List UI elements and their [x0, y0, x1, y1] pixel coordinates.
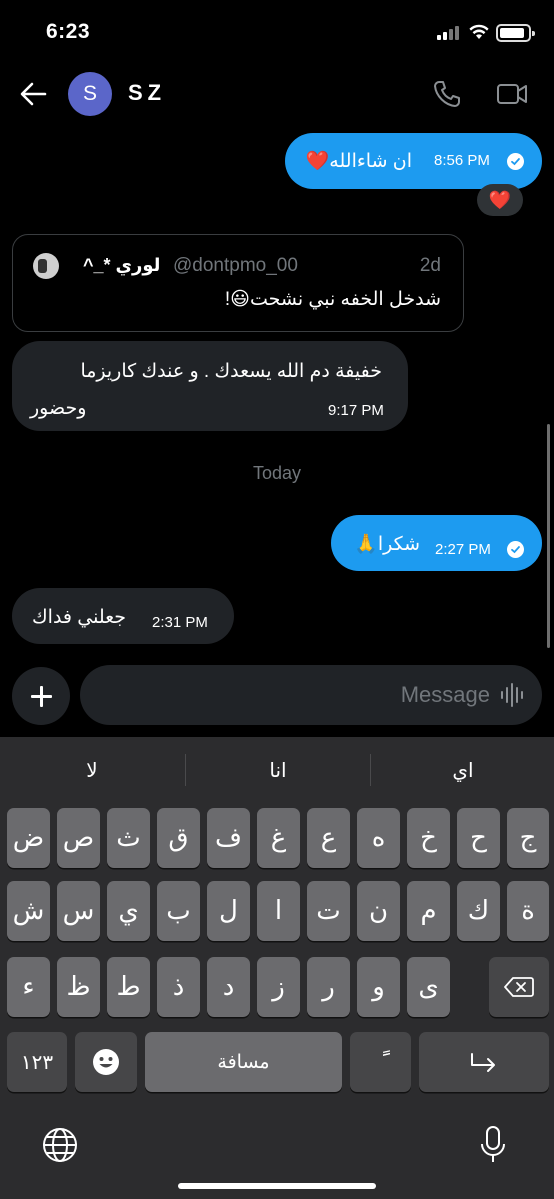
key[interactable]: ث [107, 808, 150, 868]
message-composer [80, 665, 542, 725]
message-input[interactable] [110, 665, 490, 725]
message-text: ان شاءالله❤️ [305, 151, 412, 172]
key[interactable]: ا [257, 881, 300, 941]
key[interactable]: ج [507, 808, 549, 868]
key[interactable]: ط [107, 957, 150, 1017]
microphone-icon[interactable] [480, 1125, 506, 1165]
outgoing-message[interactable]: شكرا🙏 2:27 PM [331, 515, 542, 571]
quoted-author-name: لوري *_^ [83, 255, 161, 275]
quoted-author-handle: @dontpmo_00 [173, 255, 298, 276]
key[interactable]: ع [307, 808, 350, 868]
key[interactable]: ذ [157, 957, 200, 1017]
home-indicator[interactable] [178, 1183, 376, 1189]
message-text-line1: خفيفة دم الله يسعدك . و عندك كاريزما [80, 361, 382, 382]
suggestion-2[interactable]: انا [186, 737, 370, 803]
incoming-message[interactable]: جعلني فداك 2:31 PM [12, 588, 234, 644]
message-time: 2:31 PM [152, 614, 208, 631]
key[interactable]: خ [407, 808, 450, 868]
quoted-post-age: 2d [419, 255, 441, 276]
key[interactable]: و [357, 957, 400, 1017]
return-key[interactable] [419, 1032, 549, 1092]
key[interactable]: س [57, 881, 100, 941]
incoming-message[interactable]: خفيفة دم الله يسعدك . و عندك كاريزما وحض… [12, 341, 408, 431]
quoted-post-text: شدخل الخفه نبي نشحت😃! [224, 289, 441, 310]
backspace-icon [504, 977, 534, 997]
key[interactable]: ش [7, 881, 50, 941]
key[interactable]: د [207, 957, 250, 1017]
status-time: 6:23 [46, 20, 91, 43]
key[interactable]: ت [307, 881, 350, 941]
key[interactable]: ح [457, 808, 500, 868]
key[interactable]: ق [157, 808, 200, 868]
key[interactable]: ه [357, 808, 400, 868]
conversation-header: S SZ [0, 66, 554, 122]
key[interactable]: ي [107, 881, 150, 941]
wifi-icon [469, 24, 489, 39]
read-check-icon [507, 153, 524, 170]
key[interactable]: ب [157, 881, 200, 941]
quoted-author-avatar [33, 253, 59, 279]
emoji-key[interactable] [75, 1032, 137, 1092]
space-key[interactable]: مسافة [145, 1032, 342, 1092]
emoji-icon [93, 1049, 119, 1075]
key[interactable]: ف [207, 808, 250, 868]
avatar[interactable]: S [68, 72, 112, 116]
key[interactable]: ك [457, 881, 500, 941]
suggestion-3[interactable]: اي [371, 737, 554, 803]
key[interactable]: ل [207, 881, 250, 941]
message-time: 2:27 PM [435, 541, 491, 558]
back-arrow-icon[interactable] [18, 80, 48, 108]
status-bar: 6:23 [0, 0, 554, 66]
scrollbar[interactable] [547, 424, 550, 648]
key[interactable]: غ [257, 808, 300, 868]
message-time: 9:17 PM [328, 402, 384, 419]
day-separator: Today [252, 463, 302, 483]
key[interactable]: ز [257, 957, 300, 1017]
add-attachment-button[interactable] [12, 667, 70, 725]
quoted-post-card[interactable]: لوري *_^ @dontpmo_00 2d شدخل الخفه نبي ن… [12, 234, 464, 332]
key[interactable]: ة [507, 881, 549, 941]
message-text: جعلني فداك [32, 607, 127, 628]
read-check-icon [507, 541, 524, 558]
message-time: 8:56 PM [434, 152, 490, 169]
globe-icon[interactable] [42, 1127, 78, 1163]
video-camera-icon[interactable] [496, 80, 528, 108]
key[interactable]: م [407, 881, 450, 941]
phone-icon[interactable] [432, 79, 462, 109]
backspace-key[interactable] [489, 957, 549, 1017]
suggestion-1[interactable]: لا [0, 737, 184, 803]
voice-waveform-icon[interactable] [500, 683, 526, 707]
battery-icon [496, 24, 535, 42]
key[interactable]: ر [307, 957, 350, 1017]
reaction-badge[interactable]: ❤️ [477, 184, 523, 216]
cellular-signal-icon [437, 26, 463, 40]
return-arrow-icon [471, 1053, 495, 1072]
key[interactable]: ء [7, 957, 50, 1017]
message-text-line2: وحضور [30, 398, 87, 419]
diacritic-key[interactable]: ًَ [350, 1032, 411, 1092]
key[interactable]: ظ [57, 957, 100, 1017]
numbers-key[interactable]: ١٢٣ [7, 1032, 67, 1092]
key[interactable]: ى [407, 957, 450, 1017]
key[interactable]: ص [57, 808, 100, 868]
key[interactable]: ض [7, 808, 50, 868]
contact-name[interactable]: SZ [128, 80, 166, 106]
keyboard: لا انا اي ض ص ث ق ف غ ع ه خ ح ج ش س ي ب … [0, 737, 554, 1199]
message-text: شكرا🙏 [354, 534, 420, 555]
outgoing-message[interactable]: ان شاءالله❤️ 8:56 PM [285, 133, 542, 189]
key[interactable]: ن [357, 881, 400, 941]
